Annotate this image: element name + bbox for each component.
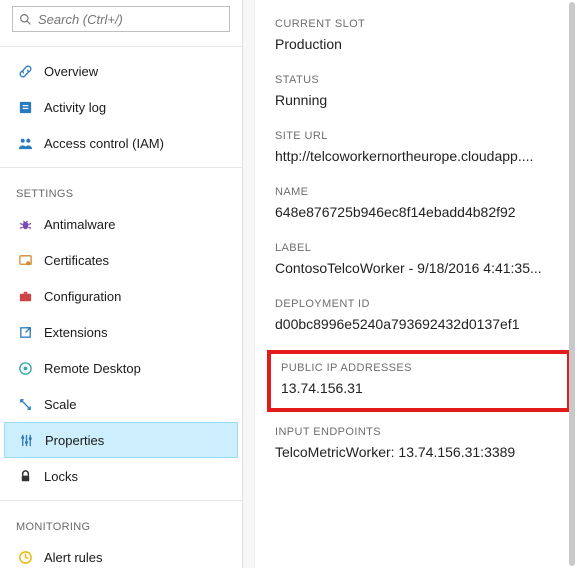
nav-item-configuration[interactable]: Configuration [0,278,242,314]
field-input-endpoints: INPUT ENDPOINTS TelcoMetricWorker: 13.74… [275,426,567,460]
people-icon [14,136,36,151]
nav-item-antimalware[interactable]: Antimalware [0,206,242,242]
remote-icon [14,361,36,376]
nav-item-properties[interactable]: Properties [4,422,238,458]
search-box[interactable] [12,6,230,32]
field-label: DEPLOYMENT ID [275,298,567,310]
sidebar: Overview Activity log Access control (IA… [0,0,243,568]
nav-item-access-control[interactable]: Access control (IAM) [0,125,242,161]
nav-item-alert-rules[interactable]: Alert rules [0,539,242,575]
nav-label: Configuration [44,289,121,304]
alert-icon [14,550,36,565]
properties-icon [15,433,37,448]
nav-item-locks[interactable]: Locks [0,458,242,494]
field-label: SITE URL [275,130,567,142]
nav-item-extensions[interactable]: Extensions [0,314,242,350]
search-input[interactable] [38,12,223,27]
field-value: 13.74.156.31 [281,380,557,396]
nav-item-remote-desktop[interactable]: Remote Desktop [0,350,242,386]
field-label: STATUS [275,74,567,86]
field-current-slot: CURRENT SLOT Production [275,18,567,52]
properties-pane: CURRENT SLOT Production STATUS Running S… [255,0,577,568]
field-value: http://telcoworkernortheurope.cloudapp..… [275,148,555,164]
lock-icon [14,469,36,484]
nav-label: Alert rules [44,550,103,565]
field-value: 648e876725b946ec8f14ebadd4b82f92 [275,204,555,220]
nav-item-scale[interactable]: Scale [0,386,242,422]
nav-label: Access control (IAM) [44,136,164,151]
nav-label: Properties [45,433,104,448]
search-icon [19,13,32,26]
log-icon [14,100,36,115]
group-monitoring: MONITORING [0,507,242,539]
field-label: CURRENT SLOT [275,18,567,30]
nav-label: Activity log [44,100,106,115]
bug-icon [14,217,36,232]
field-value: ContosoTelcoWorker - 9/18/2016 4:41:35..… [275,260,555,276]
link-icon [14,64,36,79]
field-label: NAME [275,186,567,198]
field-value: Running [275,92,555,108]
pane-divider[interactable] [243,0,255,568]
nav-item-certificates[interactable]: Certificates [0,242,242,278]
group-settings: SETTINGS [0,174,242,206]
nav-label: Certificates [44,253,109,268]
field-label-value: LABEL ContosoTelcoWorker - 9/18/2016 4:4… [275,242,567,276]
nav-label: Overview [44,64,98,79]
nav-item-overview[interactable]: Overview [0,53,242,89]
nav-label: Extensions [44,325,108,340]
nav-label: Locks [44,469,78,484]
briefcase-icon [14,289,36,304]
field-value: Production [275,36,555,52]
scale-icon [14,397,36,412]
field-deployment-id: DEPLOYMENT ID d00bc8996e5240a793692432d0… [275,298,567,332]
scrollbar[interactable] [569,2,575,566]
certificate-icon [14,253,36,268]
field-label: PUBLIC IP ADDRESSES [281,362,557,374]
nav-label: Scale [44,397,77,412]
field-name: NAME 648e876725b946ec8f14ebadd4b82f92 [275,186,567,220]
nav-label: Antimalware [44,217,116,232]
nav-item-activity-log[interactable]: Activity log [0,89,242,125]
nav-label: Remote Desktop [44,361,141,376]
field-label: INPUT ENDPOINTS [275,426,567,438]
field-value: TelcoMetricWorker: 13.74.156.31:3389 [275,444,555,460]
field-site-url: SITE URL http://telcoworkernortheurope.c… [275,130,567,164]
field-label: LABEL [275,242,567,254]
highlight-public-ip: PUBLIC IP ADDRESSES 13.74.156.31 [267,350,571,412]
field-status: STATUS Running [275,74,567,108]
field-value: d00bc8996e5240a793692432d0137ef1 [275,316,555,332]
field-public-ip: PUBLIC IP ADDRESSES 13.74.156.31 [281,362,557,396]
extension-icon [14,325,36,340]
